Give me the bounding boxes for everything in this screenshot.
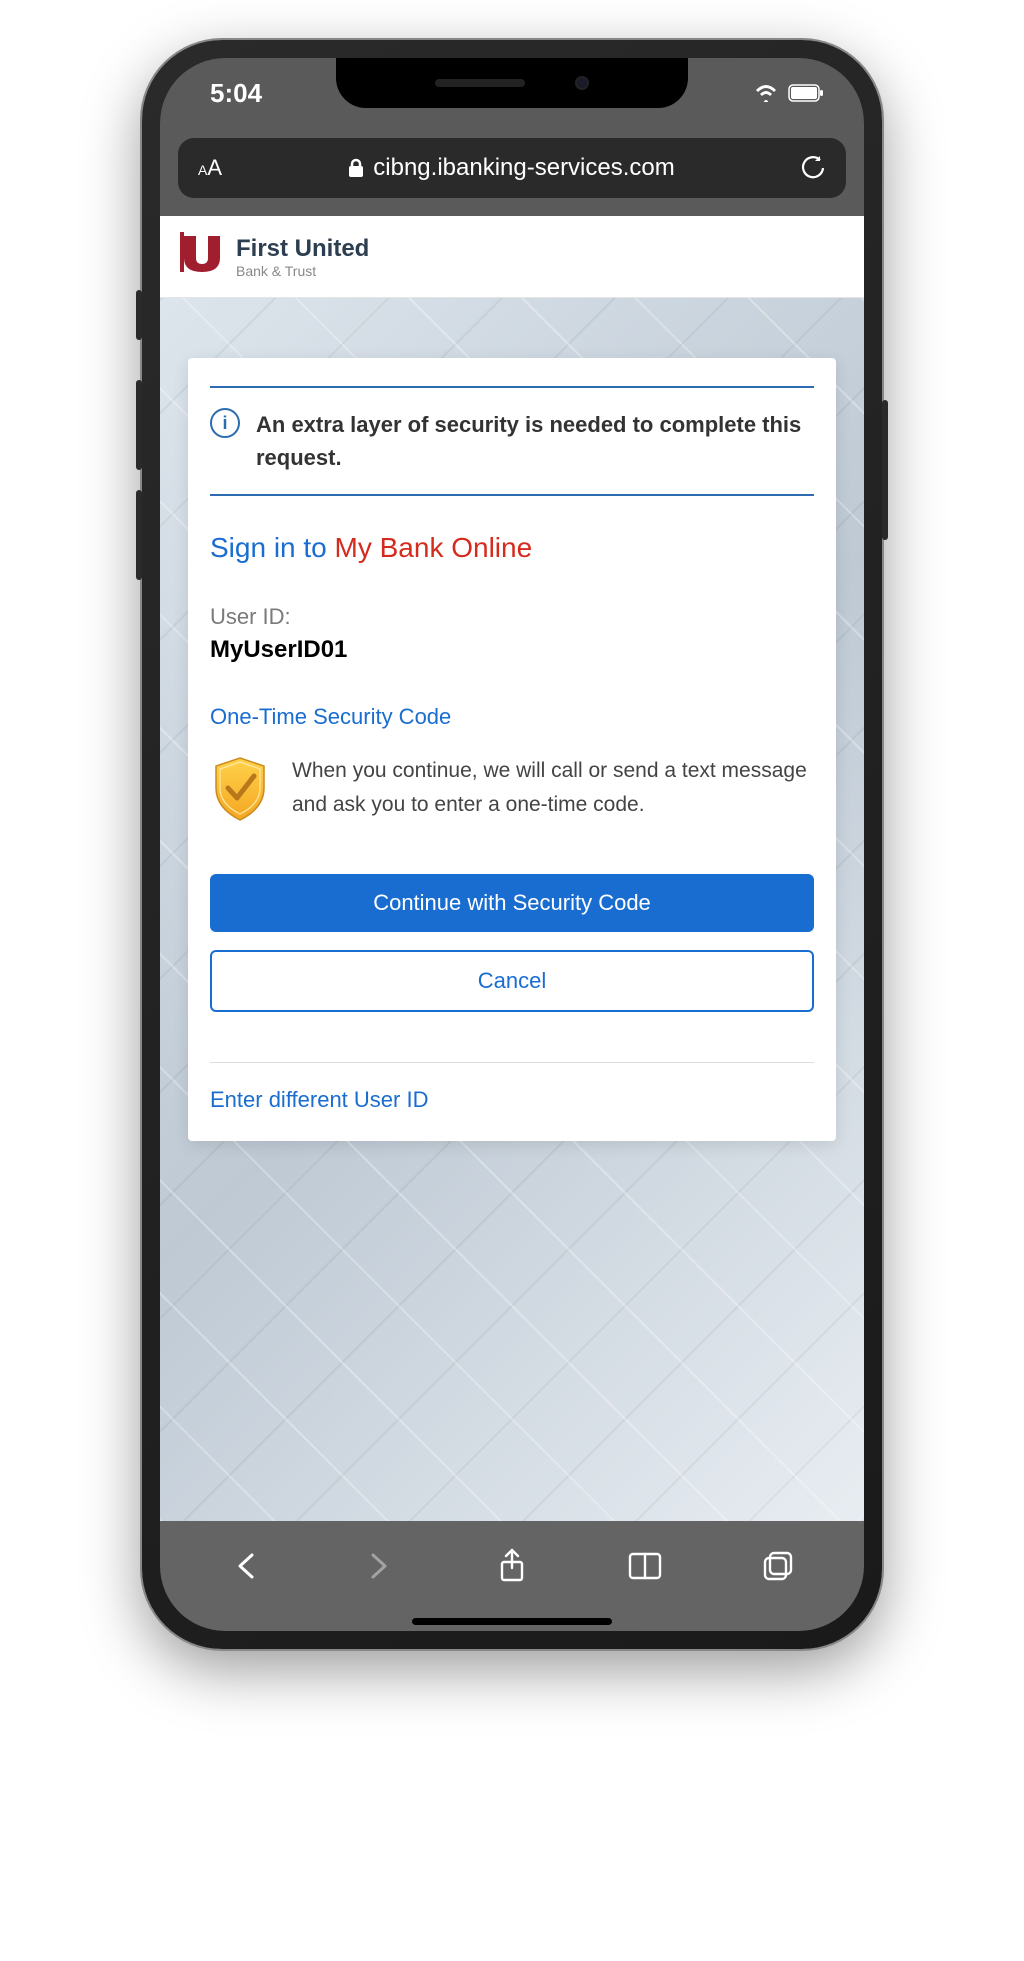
status-time: 5:04 [210, 78, 262, 109]
home-indicator[interactable] [412, 1618, 612, 1625]
enter-different-user-link[interactable]: Enter different User ID [210, 1087, 814, 1113]
info-icon: i [210, 408, 240, 438]
bank-tagline: Bank & Trust [236, 263, 369, 279]
wifi-icon [754, 84, 778, 102]
status-icons [754, 84, 824, 102]
info-message: An extra layer of security is needed to … [256, 408, 814, 474]
phone-screen: 5:04 AA [160, 58, 864, 1631]
back-button[interactable] [228, 1548, 264, 1584]
bank-header: First United Bank & Trust [160, 216, 864, 298]
home-indicator-area [160, 1611, 864, 1631]
browser-bottom-toolbar [160, 1521, 864, 1611]
userid-label: User ID: [210, 604, 814, 630]
address-url: cibng.ibanking-services.com [240, 154, 782, 182]
phone-button-volume-down [136, 490, 142, 580]
signin-heading: Sign in to My Bank Online [210, 532, 814, 564]
shield-check-icon [210, 754, 270, 824]
forward-button[interactable] [361, 1548, 397, 1584]
page-background: i An extra layer of security is needed t… [160, 298, 864, 1521]
phone-speaker [435, 79, 525, 87]
phone-button-power [882, 400, 888, 540]
cancel-button[interactable]: Cancel [210, 950, 814, 1012]
bookmarks-button[interactable] [627, 1548, 663, 1584]
text-size-button[interactable]: AA [198, 155, 222, 181]
security-description: When you continue, we will call or send … [292, 754, 814, 821]
browser-address-bar[interactable]: AA cibng.ibanking-services.com [178, 138, 846, 198]
bank-logo [180, 232, 224, 281]
url-text: cibng.ibanking-services.com [373, 154, 674, 182]
reload-icon[interactable] [800, 155, 826, 181]
battery-icon [788, 84, 824, 102]
bank-title-group: First United Bank & Trust [236, 235, 369, 279]
security-description-row: When you continue, we will call or send … [210, 754, 814, 824]
signin-prefix: Sign in to [210, 532, 327, 563]
phone-button-volume-up [136, 380, 142, 470]
divider [210, 1062, 814, 1063]
bank-name: First United [236, 235, 369, 263]
phone-button-silent [136, 290, 142, 340]
one-time-code-heading: One-Time Security Code [210, 704, 814, 730]
lock-icon [347, 158, 365, 178]
tabs-button[interactable] [760, 1548, 796, 1584]
continue-button[interactable]: Continue with Security Code [210, 874, 814, 932]
userid-value: MyUserID01 [210, 636, 814, 664]
info-banner: i An extra layer of security is needed t… [210, 386, 814, 496]
signin-brand: My Bank Online [335, 532, 533, 563]
main-card: i An extra layer of security is needed t… [188, 358, 836, 1141]
share-button[interactable] [494, 1548, 530, 1584]
browser-address-bar-area: AA cibng.ibanking-services.com [160, 128, 864, 216]
phone-front-camera [575, 76, 589, 90]
phone-notch [336, 58, 688, 108]
phone-device-frame: 5:04 AA [142, 40, 882, 1649]
